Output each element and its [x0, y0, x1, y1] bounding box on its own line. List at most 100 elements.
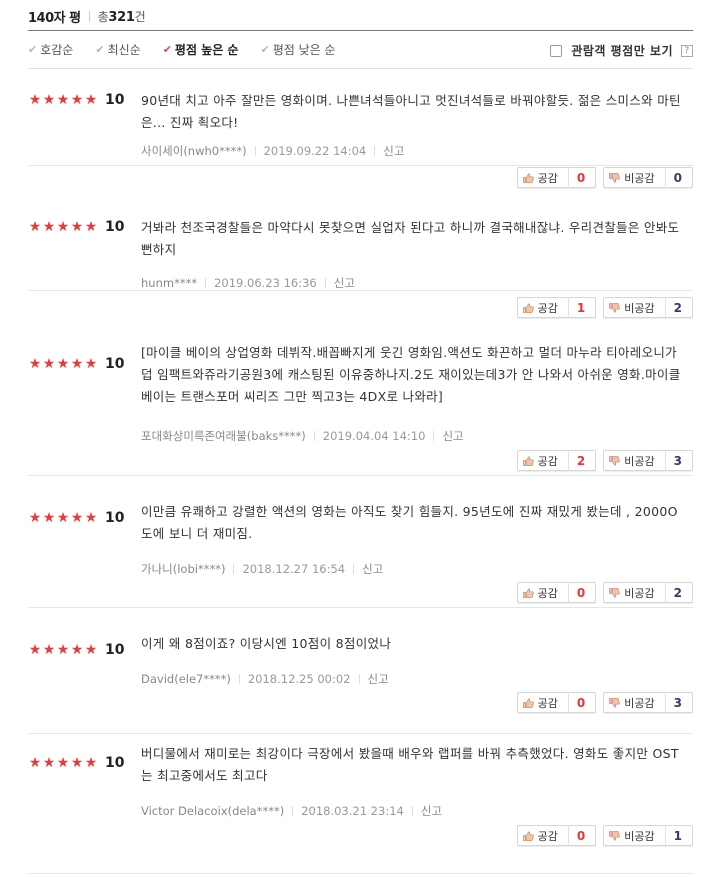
review-date: 2018.12.25 00:02: [247, 672, 351, 686]
like-label: 공감: [537, 454, 558, 468]
thumbs-up-icon: [522, 455, 534, 466]
review-text: 90년대 치고 아주 잘만든 영화이며. 나쁜녀석들아니고 멋진녀석들로 바꿔야…: [141, 93, 681, 130]
review-item: ★ ★ ★ ★ ★ 10 거봐라 천조국경찰들은 마약다시 못찾으면 실업자 된다고 하니까…: [28, 166, 693, 318]
thumbs-up-icon: [522, 587, 534, 598]
thumbs-up-icon: [522, 697, 534, 708]
like-label: 공감: [537, 586, 558, 600]
score-value: 10: [105, 755, 125, 771]
divider: [313, 431, 315, 441]
divider: [88, 10, 90, 22]
dislike-button[interactable]: 비공감 1: [603, 825, 693, 846]
divider: [664, 825, 666, 846]
like-button[interactable]: 공감 0: [516, 582, 597, 603]
review-item: ★ ★ ★ ★ ★ 10 90년대 치고 아주 잘만든 영화이며. 나쁜녀석들아니고 멋진녀…: [28, 39, 693, 188]
star-icon: ★: [84, 356, 98, 372]
star-icon: ★: [84, 92, 98, 108]
score-value: 10: [105, 356, 125, 372]
star-icon: ★: [42, 642, 56, 658]
like-label: 공감: [537, 829, 558, 843]
review-item: ★ ★ ★ ★ ★ 10 이만큼 유쾌하고 강렬한 액션의 영화는 아직도 찾기 힘들지. …: [28, 476, 693, 608]
review-item: ★ ★ ★ ★ ★ 10 [마이클 베이의 상업영화 데뷔작.배꼽빠지게 웃긴 영화임.액션…: [28, 291, 693, 476]
dislike-label: 비공감: [624, 586, 655, 600]
divider: [664, 582, 666, 603]
review-date: 2019.06.23 16:36: [214, 276, 317, 290]
total-number: 321: [108, 9, 135, 25]
report-link[interactable]: 신고: [442, 428, 463, 444]
like-count: 0: [576, 585, 586, 600]
review-text: 거봐라 천조국경찰들은 마약다시 못찾으면 실업자 된다고 하니까 결국해내잖냐…: [141, 220, 680, 257]
report-link[interactable]: 신고: [421, 803, 442, 819]
like-count: 2: [576, 453, 586, 468]
author-name[interactable]: hunm****: [141, 276, 197, 290]
author-name[interactable]: David(ele7****): [141, 672, 231, 686]
vote-buttons: 공감 0 비공감 2: [516, 582, 693, 603]
like-label: 공감: [537, 696, 558, 710]
star-icon: ★: [70, 92, 84, 108]
score-value: 10: [105, 510, 125, 526]
star-icon: ★: [70, 219, 84, 235]
star-icon: ★: [84, 642, 98, 658]
author-name[interactable]: Victor Delacoix(dela****): [141, 804, 284, 818]
star-rating: ★ ★ ★ ★ ★ 10: [28, 510, 125, 526]
dislike-button[interactable]: 비공감 3: [603, 450, 693, 471]
star-icon: ★: [70, 642, 84, 658]
divider: [205, 278, 207, 288]
review-date: 2018.03.21 23:14: [301, 804, 404, 818]
divider: [664, 450, 666, 471]
like-button[interactable]: 공감 2: [516, 450, 597, 471]
like-button[interactable]: 공감 0: [516, 825, 597, 846]
divider: [233, 564, 235, 574]
divider: [567, 582, 569, 603]
author-name[interactable]: 포대화상미륵존여래불(baks****): [141, 428, 306, 444]
author-name[interactable]: 사이세이(nwh0****): [141, 143, 247, 159]
star-icon: ★: [70, 755, 84, 771]
star-rating: ★ ★ ★ ★ ★ 10: [28, 356, 125, 372]
vote-buttons: 공감 2 비공감 3: [516, 450, 693, 471]
report-link[interactable]: 신고: [362, 561, 383, 577]
review-date: 2018.12.27 16:54: [242, 562, 346, 576]
star-rating: ★ ★ ★ ★ ★ 10: [28, 219, 125, 235]
dislike-count: 3: [673, 453, 682, 468]
dislike-label: 비공감: [624, 696, 655, 710]
star-icon: ★: [28, 356, 42, 372]
thumbs-down-icon: [609, 455, 621, 466]
total-suffix: 건: [134, 9, 146, 24]
star-icon: ★: [84, 755, 98, 771]
review-meta: Victor Delacoix(dela****) 2018.03.21 23:1…: [141, 803, 442, 819]
star-icon: ★: [42, 92, 56, 108]
divider: [353, 564, 355, 574]
divider: [567, 450, 569, 471]
section-title: 140자 평: [28, 10, 81, 26]
review-text: 이게 왜 8점이죠? 이당시엔 10점이 8점이었나: [141, 636, 392, 651]
score-value: 10: [105, 642, 125, 658]
report-link[interactable]: 신고: [368, 671, 389, 687]
thumbs-down-icon: [609, 830, 621, 841]
like-count: 0: [576, 828, 586, 843]
review-date: 2019.09.22 14:04: [263, 144, 367, 158]
thumbs-up-icon: [522, 830, 534, 841]
thumbs-down-icon: [609, 587, 621, 598]
author-name[interactable]: 가나니(lobi****): [141, 561, 225, 577]
star-icon: ★: [42, 219, 56, 235]
review-meta: 사이세이(nwh0****) 2019.09.22 14:04 신고: [141, 143, 404, 159]
star-icon: ★: [42, 510, 56, 526]
star-icon: ★: [56, 219, 70, 235]
review-meta: 가나니(lobi****) 2018.12.27 16:54 신고: [141, 561, 383, 577]
dislike-count: 3: [673, 695, 682, 710]
divider: [567, 825, 569, 846]
dislike-label: 비공감: [624, 454, 655, 468]
dislike-button[interactable]: 비공감 3: [603, 692, 693, 713]
star-icon: ★: [28, 642, 42, 658]
like-button[interactable]: 공감 0: [516, 692, 597, 713]
report-link[interactable]: 신고: [334, 275, 355, 291]
divider: [664, 692, 666, 713]
divider: [238, 674, 240, 684]
review-item: ★ ★ ★ ★ ★ 10 이게 왜 8점이죠? 이당시엔 10점이 8점이었나 David(e…: [28, 608, 693, 734]
review-text: [마이클 베이의 상업영화 데뷔작.배꼽빠지게 웃긴 영화임.액션도 화끈하고 …: [141, 345, 681, 404]
divider: [324, 278, 326, 288]
dislike-button[interactable]: 비공감 2: [603, 582, 693, 603]
total-count: 총321건: [98, 8, 146, 25]
report-link[interactable]: 신고: [383, 143, 404, 159]
star-icon: ★: [28, 510, 42, 526]
score-value: 10: [105, 92, 125, 108]
